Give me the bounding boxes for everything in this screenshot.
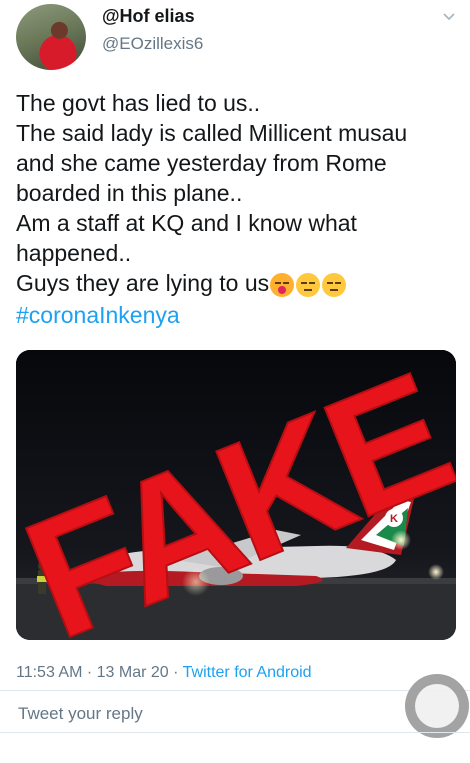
tweet-line: boarded in this plane.. xyxy=(16,180,243,206)
divider xyxy=(0,690,470,691)
tweet-date: 13 Mar 20 xyxy=(96,664,169,681)
avatar[interactable] xyxy=(16,4,86,70)
tweet-line: The said lady is called Millicent musau xyxy=(16,120,408,146)
divider xyxy=(0,732,470,733)
tweet-line: Am a staff at KQ and I know what xyxy=(16,210,357,236)
user-handle[interactable]: @EOzillexis6 xyxy=(102,34,203,54)
tweet-line: The govt has lied to us.. xyxy=(16,90,261,116)
floating-action-button[interactable] xyxy=(405,674,469,738)
unamused-face-icon xyxy=(296,272,321,297)
tweet-time: 11:53 AM xyxy=(16,664,83,681)
tweet-text: The govt has lied to us.. The said lady … xyxy=(16,88,462,330)
display-name[interactable]: @Hof elias xyxy=(102,6,195,27)
tweet-media-image[interactable]: K FAKE xyxy=(16,350,456,640)
unamused-face-icon xyxy=(322,272,347,297)
reply-input[interactable] xyxy=(16,700,400,728)
meta-separator: · xyxy=(168,664,183,681)
tweet-line-with-emojis: Guys they are lying to us xyxy=(16,268,462,300)
chevron-down-icon[interactable] xyxy=(442,10,456,24)
tweet-line: Guys they are lying to us xyxy=(16,270,270,296)
tweet-line: happened.. xyxy=(16,240,132,266)
meta-separator: · xyxy=(82,664,97,681)
tweet-line: and she came yesterday from Rome xyxy=(16,150,387,176)
emoji-group xyxy=(270,270,348,300)
tweet-meta: 11:53 AM · 13 Mar 20 · Twitter for Andro… xyxy=(16,664,312,682)
tweet-source-link[interactable]: Twitter for Android xyxy=(183,664,312,681)
hashtag-link[interactable]: #coronaInkenya xyxy=(16,300,462,330)
crying-face-icon xyxy=(270,272,295,297)
